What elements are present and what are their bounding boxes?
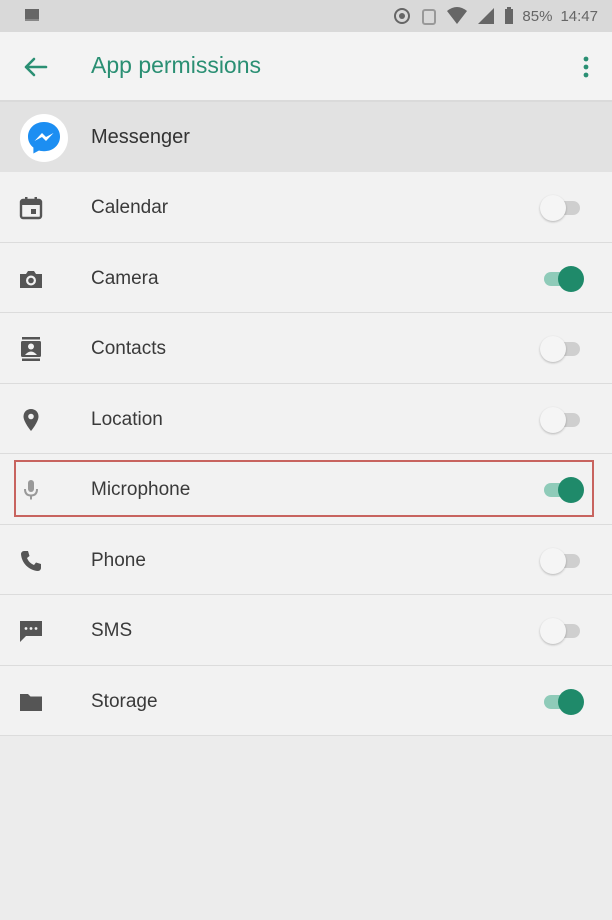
permission-label: Contacts <box>91 338 166 359</box>
folder-icon <box>20 693 42 711</box>
contacts-icon <box>21 337 41 361</box>
screen-cast-icon <box>25 9 39 21</box>
permission-list: Calendar Camera Contacts Location Microp… <box>0 172 612 736</box>
microphone-toggle[interactable] <box>540 477 584 503</box>
sms-toggle[interactable] <box>540 618 584 644</box>
calendar-icon <box>19 197 43 220</box>
permission-row-microphone[interactable]: Microphone <box>0 454 612 525</box>
permission-row-sms[interactable]: SMS <box>0 595 612 666</box>
permission-label: Calendar <box>91 197 169 218</box>
phone-icon <box>21 550 41 571</box>
permission-row-contacts[interactable]: Contacts <box>0 313 612 384</box>
empty-area <box>0 736 612 920</box>
permission-label: Location <box>91 408 163 430</box>
camera-toggle[interactable] <box>540 265 584 292</box>
messenger-icon <box>20 114 68 162</box>
status-bar: 85% 14:47 <box>0 0 612 32</box>
permission-row-calendar[interactable]: Calendar <box>0 172 612 243</box>
permission-label: Phone <box>91 549 146 571</box>
app-name: Messenger <box>91 126 190 148</box>
app-header: Messenger <box>0 102 612 172</box>
contacts-toggle[interactable] <box>540 336 584 362</box>
signal-icon <box>478 8 495 24</box>
permission-row-storage[interactable]: Storage <box>0 665 612 736</box>
permission-label: Microphone <box>91 479 191 500</box>
permission-row-location[interactable]: Location <box>0 383 612 454</box>
sync-icon <box>394 8 411 24</box>
permission-label: SMS <box>91 620 133 641</box>
storage-toggle[interactable] <box>540 688 584 715</box>
permission-row-phone[interactable]: Phone <box>0 524 612 595</box>
sms-icon <box>20 621 42 642</box>
location-icon <box>23 408 39 431</box>
permission-label: Storage <box>91 690 158 712</box>
location-toggle[interactable] <box>540 406 584 433</box>
alarm-icon <box>422 9 437 25</box>
permission-row-camera[interactable]: Camera <box>0 242 612 313</box>
permission-label: Camera <box>91 267 159 289</box>
microphone-icon <box>24 480 38 500</box>
camera-icon <box>20 270 42 288</box>
battery-percent: 85% <box>522 7 553 25</box>
battery-icon <box>505 7 514 24</box>
app-bar: App permissions <box>0 32 612 102</box>
calendar-toggle[interactable] <box>540 195 584 221</box>
wifi-icon <box>447 7 468 24</box>
phone-toggle[interactable] <box>540 547 584 574</box>
arrow-back-icon[interactable] <box>20 52 50 82</box>
more-vert-icon[interactable] <box>576 52 596 82</box>
clock: 14:47 <box>560 7 598 25</box>
page-title: App permissions <box>91 52 262 78</box>
